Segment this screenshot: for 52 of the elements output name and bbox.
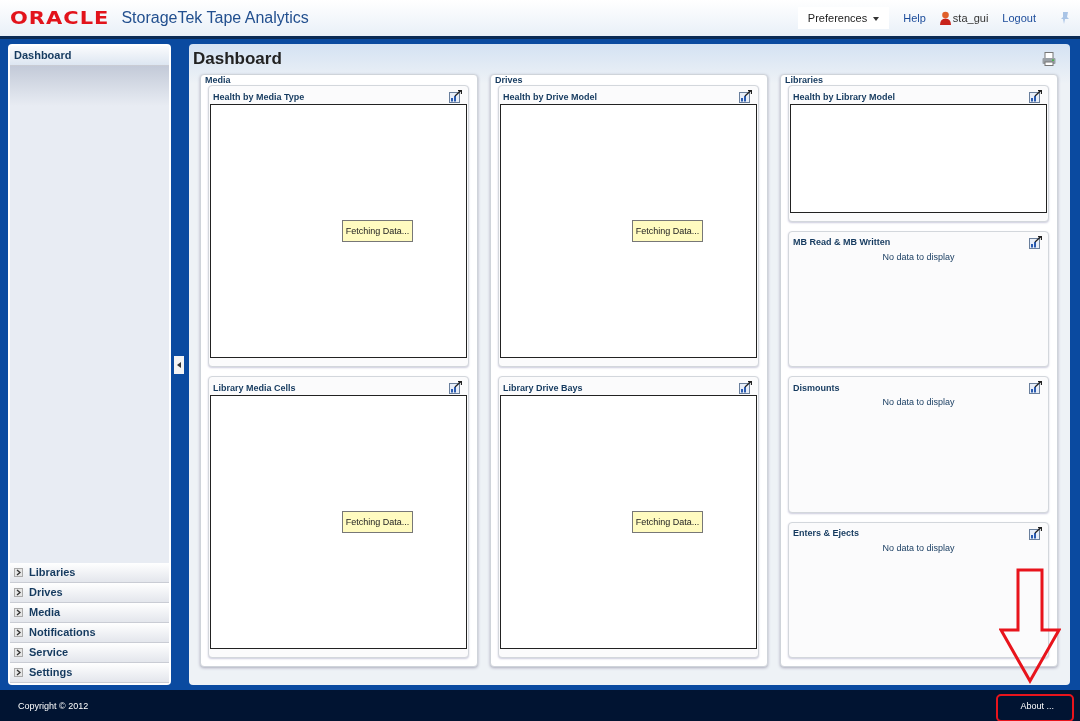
- widget-title: Library Drive Bays: [503, 382, 583, 393]
- collapse-handle[interactable]: [174, 355, 184, 374]
- about-link[interactable]: About ...: [1020, 700, 1054, 711]
- loading-message: Fetching Data...: [631, 511, 704, 533]
- product-title: StorageTek Tape Analytics: [121, 9, 309, 27]
- username: sta_gui: [952, 12, 989, 24]
- accordion-header[interactable]: Dashboard: [10, 46, 169, 66]
- chevron-right-icon: [14, 567, 23, 577]
- column-title: Libraries: [785, 75, 825, 85]
- accordion-header[interactable]: Media: [10, 603, 169, 623]
- chevron-right-icon: [14, 647, 23, 657]
- chart-export-icon[interactable]: [449, 381, 462, 394]
- chart-export-icon[interactable]: [739, 381, 752, 394]
- widget-title: Enters & Ejects: [793, 528, 860, 538]
- widget-title: Dismounts: [793, 382, 840, 393]
- chart-export-icon[interactable]: [449, 90, 462, 103]
- loading-message: Fetching Data...: [631, 220, 704, 242]
- chart-export-icon[interactable]: [1029, 90, 1042, 103]
- print-icon[interactable]: [1042, 52, 1056, 66]
- chevron-right-icon: [14, 587, 23, 597]
- chevron-right-icon: [14, 627, 23, 637]
- accordion-header[interactable]: Notifications: [10, 623, 169, 643]
- chevron-right-icon: [14, 667, 23, 677]
- widget-title: MB Read & MB Written: [793, 237, 891, 247]
- accordion-header[interactable]: Drives: [10, 583, 169, 603]
- copyright-text: Copyright © 2012: [18, 700, 89, 711]
- chart-export-icon[interactable]: [1029, 235, 1042, 249]
- widget-title: Health by Media Type: [213, 91, 305, 102]
- empty-message: No data to display: [882, 542, 955, 553]
- oracle-logo: ORACLE: [10, 8, 110, 28]
- chart-export-icon[interactable]: [739, 90, 752, 103]
- logout-link[interactable]: Logout: [1002, 12, 1036, 24]
- accordion-header[interactable]: Service: [10, 643, 169, 663]
- help-link[interactable]: Help: [903, 12, 926, 24]
- user-icon: [939, 11, 951, 25]
- chart-export-icon[interactable]: [1029, 526, 1042, 540]
- widget-title: Health by Library Model: [793, 91, 896, 102]
- empty-message: No data to display: [882, 251, 955, 262]
- widget-title: Health by Drive Model: [503, 91, 598, 102]
- chevron-right-icon: [14, 607, 23, 617]
- accordion-header[interactable]: Settings: [10, 663, 169, 683]
- chart-export-icon[interactable]: [1029, 381, 1042, 394]
- column-title: Media: [205, 75, 232, 85]
- widget-title: Library Media Cells: [213, 382, 296, 393]
- dropdown-caret-icon: [873, 17, 880, 22]
- page-title: Dashboard: [193, 49, 282, 69]
- accordion-header[interactable]: Libraries: [10, 563, 169, 583]
- column-title: Drives: [495, 75, 524, 85]
- loading-message: Fetching Data...: [341, 511, 414, 533]
- loading-message: Fetching Data...: [341, 220, 414, 242]
- empty-message: No data to display: [882, 397, 955, 407]
- preferences-menu[interactable]: Preferences: [797, 7, 890, 29]
